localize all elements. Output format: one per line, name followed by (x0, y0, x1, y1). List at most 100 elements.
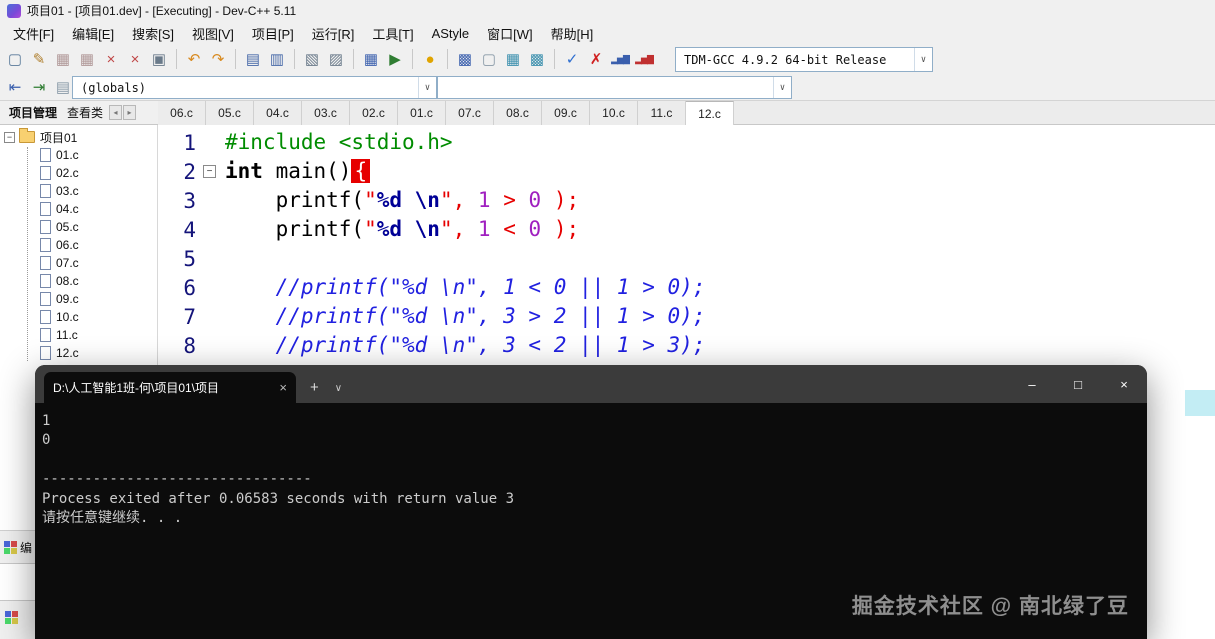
tree-file-item[interactable]: 04.c (0, 200, 157, 218)
editor-tab[interactable]: 03.c (302, 101, 350, 125)
abort-icon[interactable]: ✗ (585, 47, 607, 71)
compiler-select[interactable]: TDM-GCC 4.9.2 64-bit Release ∨ (675, 47, 933, 72)
code-line[interactable]: 4 printf("%d \n", 1 < 0 ); (158, 215, 1215, 244)
tree-file-item[interactable]: 08.c (0, 272, 157, 290)
profile-clean-icon[interactable]: ▂▅▇ (633, 47, 655, 71)
undo-icon[interactable]: ↶ (183, 47, 205, 71)
file-icon (40, 292, 51, 306)
code-line[interactable]: 8 //printf("%d \n", 3 < 2 || 1 > 3); (158, 331, 1215, 360)
globals-select[interactable]: (globals) ∨ (72, 76, 437, 99)
find-icon[interactable]: ▤ (242, 47, 264, 71)
fold-marker[interactable]: − (203, 165, 216, 178)
code-line[interactable]: 7 //printf("%d \n", 3 > 2 || 1 > 0); (158, 302, 1215, 331)
run-icon[interactable]: ▶ (384, 47, 406, 71)
code-line[interactable]: 6 //printf("%d \n", 1 < 0 || 1 > 0); (158, 273, 1215, 302)
open-file-icon[interactable]: ✎ (28, 47, 50, 71)
menu-item[interactable]: 文件[F] (4, 22, 63, 45)
redo-icon[interactable]: ↷ (207, 47, 229, 71)
chevron-down-icon[interactable]: ∨ (773, 77, 791, 98)
editor-tab[interactable]: 09.c (542, 101, 590, 125)
window-grid-icon[interactable]: ▩ (526, 47, 548, 71)
sidebar-tab-project[interactable]: 项目管理 (4, 102, 62, 123)
compile-icon[interactable]: ▦ (360, 47, 382, 71)
chevron-down-icon[interactable]: ∨ (418, 77, 436, 98)
tab-scroll-right-icon[interactable]: ▸ (123, 105, 137, 120)
tree-file-item[interactable]: 03.c (0, 182, 157, 200)
menu-item[interactable]: 项目[P] (243, 22, 303, 45)
panel-tab-icon[interactable] (5, 611, 18, 624)
minimize-button[interactable]: – (1009, 365, 1055, 403)
editor-tab[interactable]: 05.c (206, 101, 254, 125)
jump-back-icon[interactable]: ⇤ (4, 75, 26, 99)
tree-file-item[interactable]: 12.c (0, 344, 157, 362)
close-file-icon[interactable]: × (100, 47, 122, 71)
new-tab-icon[interactable]: + (310, 379, 319, 396)
close-icon[interactable]: × (279, 380, 287, 395)
code-line[interactable]: 5 (158, 244, 1215, 273)
chevron-down-icon[interactable]: ∨ (914, 48, 932, 71)
print-icon[interactable]: ▣ (148, 47, 170, 71)
new-file-icon[interactable]: ▢ (4, 47, 26, 71)
save-all-icon[interactable]: ▦ (76, 47, 98, 71)
save-icon[interactable]: ▦ (52, 47, 74, 71)
close-button[interactable]: × (1101, 365, 1147, 403)
editor-tab[interactable]: 06.c (158, 101, 206, 125)
editor-tab[interactable]: 02.c (350, 101, 398, 125)
tab-scroll-left-icon[interactable]: ◂ (109, 105, 123, 120)
compile-panel-icon (4, 541, 17, 554)
sidebar-tab-classes[interactable]: 查看类 (62, 102, 108, 123)
compile-run-icon[interactable]: ● (419, 47, 441, 71)
menu-item[interactable]: 窗口[W] (478, 22, 542, 45)
menu-item[interactable]: 搜索[S] (123, 22, 183, 45)
code-line[interactable]: 1 #include <stdio.h> (158, 128, 1215, 157)
rebuild-icon[interactable]: ▩ (454, 47, 476, 71)
editor-tab[interactable]: 04.c (254, 101, 302, 125)
menu-item[interactable]: 帮助[H] (542, 22, 603, 45)
code-line[interactable]: 3 printf("%d \n", 1 > 0 ); (158, 186, 1215, 215)
profile-icon[interactable]: ▂▅▇ (609, 47, 631, 71)
editor-tab[interactable]: 11.c (638, 101, 686, 125)
menu-item[interactable]: 工具[T] (363, 22, 422, 45)
chevron-down-icon[interactable]: ∨ (335, 383, 342, 394)
editor-tab[interactable]: 12.c (686, 101, 734, 125)
replace-icon[interactable]: ▥ (266, 47, 288, 71)
console-window[interactable]: D:\人工智能1班-何\项目01\项目 × + ∨ – □ × 1 0 -----… (35, 365, 1147, 639)
window-layout-icon[interactable]: ▦ (502, 47, 524, 71)
dev-cpp-window: 项目01 - [项目01.dev] - [Executing] - Dev-C+… (0, 0, 1215, 639)
tree-file-item[interactable]: 01.c (0, 146, 157, 164)
tree-file-item[interactable]: 09.c (0, 290, 157, 308)
tree-file-item[interactable]: 11.c (0, 326, 157, 344)
code-token: 0 (528, 188, 542, 212)
editor-tab[interactable]: 08.c (494, 101, 542, 125)
editor-tab[interactable]: 07.c (446, 101, 494, 125)
tree-file-item[interactable]: 02.c (0, 164, 157, 182)
tree-file-item[interactable]: 07.c (0, 254, 157, 272)
editor-tab[interactable]: 10.c (590, 101, 638, 125)
members-select[interactable]: ∨ (437, 76, 792, 99)
code-token: " (439, 217, 453, 241)
menu-item[interactable]: 视图[V] (183, 22, 243, 45)
maximize-button[interactable]: □ (1055, 365, 1101, 403)
syntax-check-icon[interactable]: ✓ (561, 47, 583, 71)
editor-tab[interactable]: 01.c (398, 101, 446, 125)
compile-panel-tab[interactable]: 编 (4, 539, 32, 556)
menu-item[interactable]: 运行[R] (303, 22, 364, 45)
goto-line-icon[interactable]: ▨ (325, 47, 347, 71)
menu-item[interactable]: AStyle (423, 24, 479, 43)
console-output[interactable]: 1 0 -------------------------------- Proce… (35, 403, 1147, 528)
console-line: 请按任意键继续. . . (42, 510, 183, 527)
clean-icon[interactable]: ▢ (478, 47, 500, 71)
collapse-icon[interactable]: − (4, 131, 15, 143)
tree-file-item[interactable]: 10.c (0, 308, 157, 326)
tree-file-item[interactable]: 06.c (0, 236, 157, 254)
console-tab[interactable]: D:\人工智能1班-何\项目01\项目 × (44, 372, 296, 403)
code-line[interactable]: 2− int main(){ (158, 157, 1215, 186)
tree-root-item[interactable]: − 项目01 (0, 128, 157, 146)
app-icon (7, 3, 21, 18)
header-source-icon[interactable]: ▤ (52, 75, 74, 99)
menu-item[interactable]: 编辑[E] (63, 22, 123, 45)
jump-forward-icon[interactable]: ⇥ (28, 75, 50, 99)
tree-file-item[interactable]: 05.c (0, 218, 157, 236)
goto-function-icon[interactable]: ▧ (301, 47, 323, 71)
close-all-icon[interactable]: × (124, 47, 146, 71)
